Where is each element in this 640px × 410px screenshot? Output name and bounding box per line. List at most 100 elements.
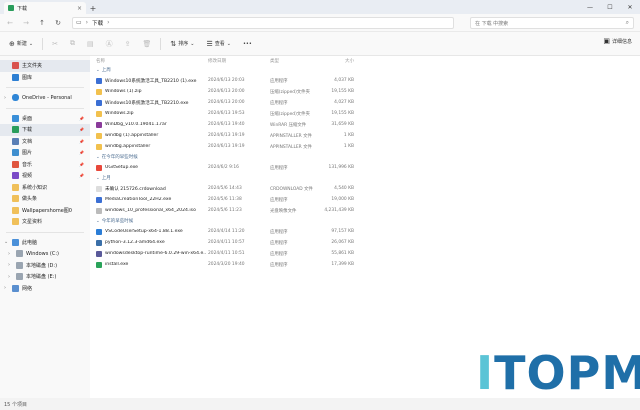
sidebar-item-quick[interactable]: 视频 📌	[0, 170, 90, 182]
file-name-cell: Windows.zip	[96, 110, 206, 117]
search-input[interactable]: 在 下载 中搜索 ⌕	[470, 17, 634, 29]
chevron-down-icon: ⌄	[96, 218, 100, 224]
network-icon	[12, 284, 19, 292]
folder-icon	[12, 206, 19, 214]
chevron-right-icon[interactable]: ›	[8, 262, 13, 268]
file-row[interactable]: python-3.12.3-amd64.exe 2024/4/11 10:57 应用…	[90, 237, 640, 248]
back-arrow-icon[interactable]: ←	[4, 17, 16, 29]
sidebar-item-quick[interactable]: 文档 📌	[0, 136, 90, 148]
file-row[interactable]: windbg.appinstaller 2024/6/13 19:19 APPINS…	[90, 141, 640, 152]
view-button[interactable]: ☰ 查看 ⌄	[203, 37, 234, 51]
file-row[interactable]: install.exe 2024/3/20 19:40 应用程序 17,399 KB	[90, 259, 640, 270]
sidebar-item-onedrive[interactable]: › OneDrive - Personal	[0, 92, 90, 104]
refresh-icon[interactable]: ↻	[52, 17, 64, 29]
group-header[interactable]: ⌄ 在今年的早些时候	[90, 152, 640, 162]
column-date[interactable]: 修改日期	[208, 58, 270, 64]
tab-downloads[interactable]: 下载 ×	[4, 2, 86, 14]
details-button[interactable]: ▣ 详细信息	[603, 37, 632, 45]
sidebar-item-quick[interactable]: 音乐 📌	[0, 159, 90, 171]
sidebar-item-drive[interactable]: › 本地磁盘 (E:)	[0, 271, 90, 283]
pin-icon[interactable]: 📌	[79, 162, 84, 167]
up-arrow-icon[interactable]: ↑	[36, 17, 48, 29]
sidebar-item-drive[interactable]: › 本地磁盘 (D:)	[0, 260, 90, 272]
copy-button[interactable]: ⧉	[67, 37, 78, 51]
drive-icon	[16, 273, 23, 281]
sidebar-item-label: 主文件夹	[22, 63, 43, 70]
chevron-right-icon[interactable]: ›	[4, 95, 9, 101]
file-row[interactable]: VSCodeUserSetup-x64-1.88.1.exe 2024/4/14 …	[90, 226, 640, 237]
sidebar-item-quick[interactable]: Wallpapershome图0	[0, 205, 90, 217]
sidebar-item-quick[interactable]: 做头条	[0, 193, 90, 205]
sidebar-item-gallery[interactable]: 图库	[0, 72, 90, 84]
paste-icon: ▤	[86, 39, 94, 48]
chevron-right-icon[interactable]: ›	[8, 251, 13, 257]
pin-icon[interactable]: 📌	[79, 139, 84, 144]
delete-button[interactable]: 🗑	[139, 37, 154, 51]
forward-arrow-icon[interactable]: →	[20, 17, 32, 29]
file-name: Windows (1).zip	[105, 89, 142, 94]
sidebar-item-drive[interactable]: › Windows (C:)	[0, 248, 90, 260]
chevron-right-icon[interactable]: ›	[4, 285, 9, 291]
file-size: 1 KB	[343, 133, 354, 138]
sidebar-item-quick[interactable]: 文星资料	[0, 216, 90, 228]
file-row[interactable]: windowsdesktop-runtime-6.0.29-win-x64.e.…	[90, 248, 640, 259]
sidebar-item-quick[interactable]: 系统小知识	[0, 182, 90, 194]
group-header[interactable]: ⌄ 上周	[90, 65, 640, 75]
sidebar-item-label: 视频	[22, 173, 33, 180]
file-row[interactable]: MediaCreationTool_22H2.exe 2024/5/6 11:38…	[90, 194, 640, 205]
more-button[interactable]: •••	[240, 37, 255, 51]
sidebar-item-label: 文星资料	[22, 219, 43, 226]
pin-icon[interactable]: 📌	[79, 173, 84, 178]
cut-button[interactable]: ✂	[49, 37, 61, 51]
sidebar-item-network[interactable]: › 网络	[0, 283, 90, 295]
new-button[interactable]: ⊕ 新建 ⌄	[6, 37, 36, 51]
pin-icon[interactable]: 📌	[79, 150, 84, 155]
file-size: 1 KB	[343, 144, 354, 149]
sidebar-item-this-pc[interactable]: ⌄ 此电脑	[0, 237, 90, 249]
watermark-logo: ITOPM	[476, 350, 640, 396]
minimize-button[interactable]: —	[580, 0, 600, 14]
column-size[interactable]: 大小	[324, 58, 354, 64]
drive-icon	[16, 261, 23, 269]
delete-icon: 🗑	[142, 39, 152, 48]
file-row[interactable]: Windows.zip 2024/6/13 19:53 压缩(zipped)文件夹 1…	[90, 108, 640, 119]
sidebar-item-quick[interactable]: 桌面 📌	[0, 113, 90, 125]
group-header[interactable]: ⌄ 上月	[90, 173, 640, 183]
file-row[interactable]: windows_10_professional_x64_2024.iso 2024…	[90, 205, 640, 216]
maximize-button[interactable]: ☐	[600, 0, 620, 14]
file-row[interactable]: Windows (1).zip 2024/6/13 20:00 压缩(zipped)…	[90, 86, 640, 97]
file-name-cell: windbg (1).appinstaller	[96, 132, 206, 139]
sort-button[interactable]: ⇅ 排序 ⌄	[167, 37, 197, 51]
tab-close-icon[interactable]: ×	[77, 5, 82, 12]
file-date: 2024/5/6 11:23	[208, 208, 242, 213]
column-name[interactable]: 名称	[96, 58, 206, 64]
share-button[interactable]: ⇪	[122, 37, 134, 51]
file-date: 2024/6/13 20:00	[208, 89, 245, 94]
watermark-rest: TOPM	[494, 346, 640, 400]
file-row[interactable]: WinDbg_v10.0.19041.1.rar 2024/6/13 19:40 W…	[90, 119, 640, 130]
sidebar-item-quick[interactable]: 图片 📌	[0, 147, 90, 159]
file-row[interactable]: Windows10系统激活工具_TB2210.exe 2024/6/13 20:0…	[90, 97, 640, 108]
sidebar-item-home[interactable]: 主文件夹	[0, 60, 90, 72]
file-row[interactable]: windbg (1).appinstaller 2024/6/13 19:19 AP…	[90, 130, 640, 141]
sidebar-item-label: 音乐	[22, 161, 33, 168]
chevron-down-icon[interactable]: ⌄	[4, 239, 9, 245]
sidebar-item-quick[interactable]: 下载 📌	[0, 124, 90, 136]
path-segment-downloads[interactable]: 下载	[92, 19, 103, 27]
close-window-button[interactable]: ✕	[620, 0, 640, 14]
file-row[interactable]: UGitSetup.exe 2024/6/2 9:16 应用程序 131,996 KB	[90, 162, 640, 173]
path-box[interactable]: ▭ › 下载 ›	[72, 16, 454, 29]
pin-icon[interactable]: 📌	[79, 127, 84, 132]
share-icon: ⇪	[124, 39, 131, 48]
paste-button[interactable]: ▤	[84, 37, 97, 51]
chevron-right-icon[interactable]: ›	[8, 274, 13, 280]
file-row[interactable]: 未确认 215726.crdownload 2024/5/6 14:43 CRDOW…	[90, 183, 640, 194]
file-row[interactable]: Windows10系统激活工具_TB2210 (1).exe 2024/6/13 …	[90, 75, 640, 86]
file-icon	[96, 261, 102, 268]
rename-button[interactable]: Ⓐ	[103, 37, 116, 51]
new-tab-button[interactable]: +	[86, 2, 100, 14]
pin-icon[interactable]: 📌	[79, 116, 84, 121]
group-header[interactable]: ⌄ 今年的早些时候	[90, 216, 640, 226]
file-size: 17,399 KB	[331, 262, 354, 267]
folder-icon	[12, 195, 19, 203]
